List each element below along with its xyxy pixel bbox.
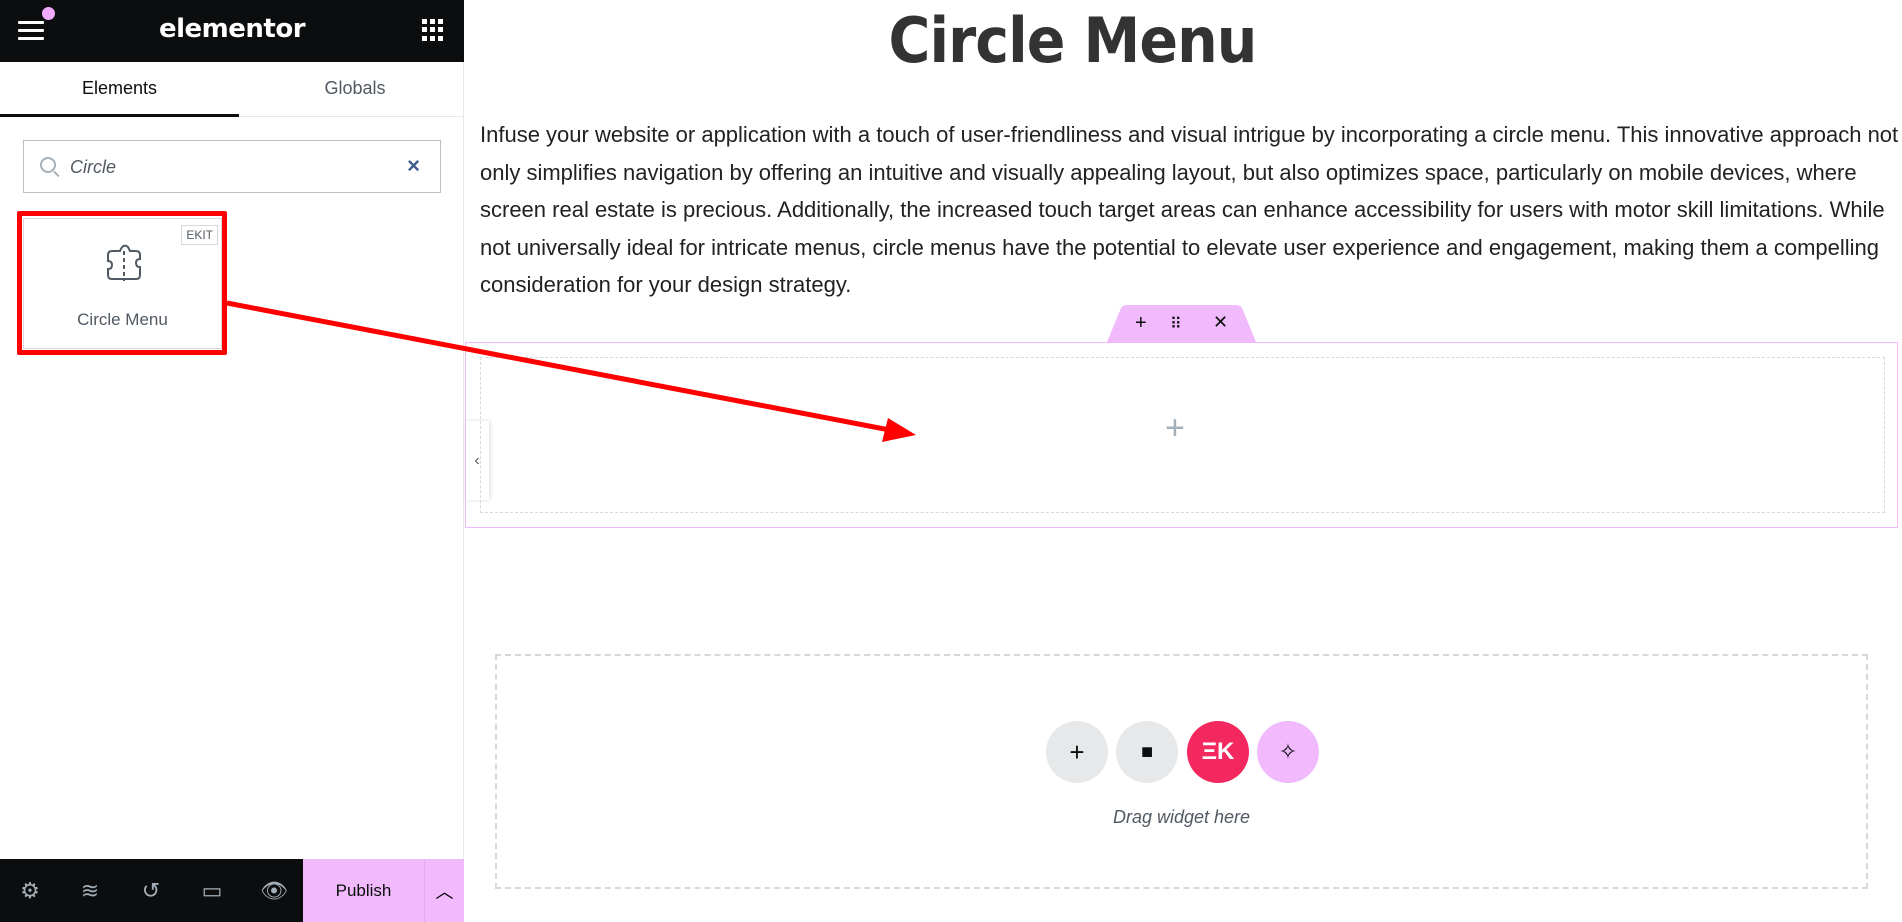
drag-handle-icon[interactable]: ⠿ (1170, 314, 1182, 334)
layers-icon[interactable]: ≋ (77, 879, 103, 903)
grid-icon[interactable] (422, 19, 444, 41)
panel-header: elementor (0, 0, 464, 62)
chevron-up-icon[interactable]: ︿ (424, 859, 464, 922)
section-toolbar: + ⠿ ✕ (1107, 305, 1256, 342)
tab-elements[interactable]: Elements (0, 62, 239, 117)
drop-hint: Drag widget here (1112, 807, 1251, 827)
ai-sparkle-button[interactable]: ✧ (1257, 721, 1319, 783)
eye-icon[interactable]: 👁 (260, 879, 288, 903)
search-icon (40, 157, 56, 173)
elementor-logo: elementor (158, 14, 306, 44)
add-section-icon[interactable]: + (1135, 312, 1147, 335)
elementskit-button[interactable]: ΞK (1187, 721, 1249, 783)
close-icon[interactable]: ✕ (1213, 312, 1228, 333)
close-icon[interactable]: × (407, 153, 420, 179)
drop-zone[interactable]: + ■ ΞK ✧ Drag widget here (495, 654, 1868, 889)
add-section-button[interactable]: + (1046, 721, 1108, 783)
history-icon[interactable]: ↺ (138, 879, 164, 903)
panel-tabs: Elements Globals (0, 62, 464, 117)
responsive-icon[interactable]: ▭ (199, 879, 225, 903)
widget-search: × (23, 140, 441, 193)
page-title: Circle Menu (888, 4, 1258, 77)
plus-icon[interactable]: + (1165, 409, 1185, 448)
tab-globals[interactable]: Globals (239, 62, 471, 117)
panel-footer: ⚙ ≋ ↺ ▭ 👁 Publish ︿ (0, 859, 464, 922)
editor-panel: elementor Elements Globals × EKIT Circle… (0, 0, 464, 922)
gear-icon[interactable]: ⚙ (17, 879, 43, 903)
intro-paragraph: Infuse your website or application with … (480, 122, 1899, 297)
publish-button[interactable]: Publish (303, 859, 424, 922)
template-library-button[interactable]: ■ (1116, 721, 1178, 783)
empty-section[interactable]: + (465, 342, 1898, 528)
annotation-highlight-box (17, 211, 227, 355)
canvas: Circle Menu Infuse your website or appli… (465, 0, 1902, 922)
search-input[interactable] (70, 153, 370, 181)
